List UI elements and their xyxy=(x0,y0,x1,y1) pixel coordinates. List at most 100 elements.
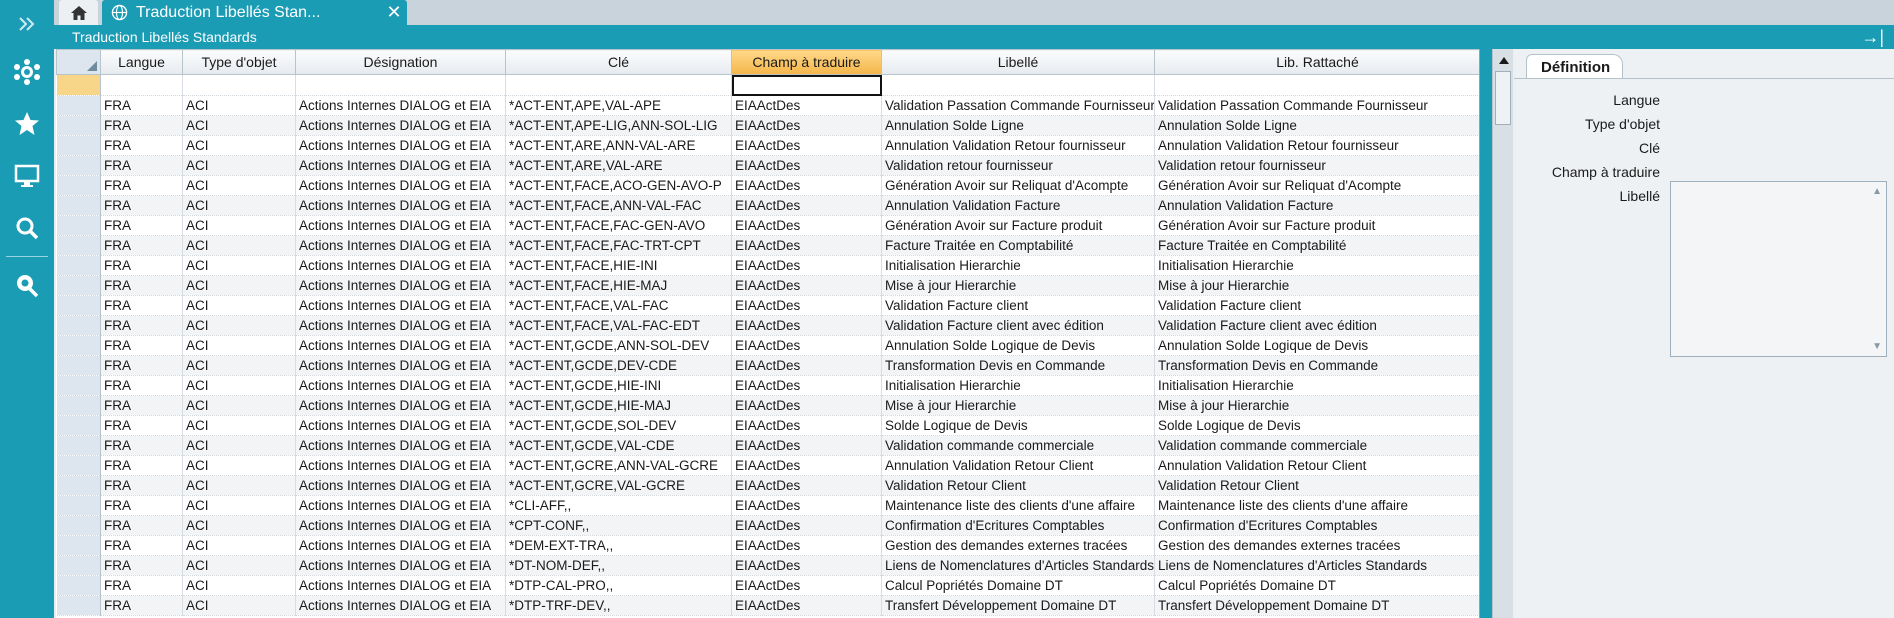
grid-cell[interactable]: EIAActDes xyxy=(731,355,882,376)
grid-cell[interactable]: FRA xyxy=(100,355,183,376)
grid-cell[interactable]: *ACT-ENT,FACE,ACO-GEN-AVO-P xyxy=(505,175,732,196)
row-header[interactable] xyxy=(56,175,101,196)
grid-cell[interactable]: EIAActDes xyxy=(731,335,882,356)
row-header[interactable] xyxy=(56,255,101,276)
grid-cell[interactable]: Actions Internes DIALOG et EIA xyxy=(295,115,506,136)
table-row[interactable]: FRA ACI Actions Internes DIALOG et EIA *ACT… xyxy=(56,395,1479,416)
grid-cell[interactable]: Actions Internes DIALOG et EIA xyxy=(295,435,506,456)
grid-cell[interactable]: FRA xyxy=(100,455,183,476)
grid-cell[interactable]: Annulation Validation Facture xyxy=(1154,195,1479,216)
grid-cell[interactable]: Actions Internes DIALOG et EIA xyxy=(295,195,506,216)
grid-cell[interactable]: FRA xyxy=(100,375,183,396)
column-header[interactable]: Type d'objet xyxy=(182,49,296,75)
row-header[interactable] xyxy=(56,315,101,336)
scroll-down-icon[interactable]: ▼ xyxy=(1872,341,1882,352)
column-header[interactable]: Lib. Rattaché xyxy=(1154,49,1479,75)
grid-cell[interactable]: FRA xyxy=(100,495,183,516)
grid-cell[interactable]: Annulation Validation Retour Client xyxy=(1154,455,1479,476)
grid-cell[interactable]: *ACT-ENT,FACE,FAC-GEN-AVO xyxy=(505,215,732,236)
grid-cell[interactable]: Actions Internes DIALOG et EIA xyxy=(295,315,506,336)
grid-cell[interactable]: Annulation Solde Ligne xyxy=(1154,115,1479,136)
grid-cell[interactable]: EIAActDes xyxy=(731,375,882,396)
grid-cell[interactable]: EIAActDes xyxy=(731,435,882,456)
grid-cell[interactable]: Actions Internes DIALOG et EIA xyxy=(295,335,506,356)
table-row[interactable]: FRA ACI Actions Internes DIALOG et EIA *ACT… xyxy=(56,235,1479,256)
table-row[interactable]: FRA ACI Actions Internes DIALOG et EIA *ACT… xyxy=(56,455,1479,476)
row-header[interactable] xyxy=(56,455,101,476)
grid-cell[interactable]: Génération Avoir sur Facture produit xyxy=(1154,215,1479,236)
row-header[interactable] xyxy=(56,375,101,396)
grid-cell[interactable]: EIAActDes xyxy=(731,175,882,196)
table-row[interactable]: FRA ACI Actions Internes DIALOG et EIA *CLI… xyxy=(56,495,1479,516)
grid-corner[interactable] xyxy=(56,49,101,75)
grid-cell[interactable]: Annulation Validation Retour Client xyxy=(881,455,1155,476)
grid-cell[interactable]: Actions Internes DIALOG et EIA xyxy=(295,495,506,516)
grid-cell[interactable]: ACI xyxy=(182,95,296,116)
grid-cell[interactable]: Validation Passation Commande Fournisseu… xyxy=(881,95,1155,116)
grid-cell[interactable]: Mise à jour Hierarchie xyxy=(1154,395,1479,416)
table-row[interactable]: FRA ACI Actions Internes DIALOG et EIA *ACT… xyxy=(56,155,1479,176)
grid-cell[interactable]: ACI xyxy=(182,375,296,396)
table-row[interactable]: FRA ACI Actions Internes DIALOG et EIA *ACT… xyxy=(56,475,1479,496)
new-cell[interactable] xyxy=(182,74,296,96)
grid-cell[interactable]: Actions Internes DIALOG et EIA xyxy=(295,515,506,536)
grid-cell[interactable]: ACI xyxy=(182,535,296,556)
row-header[interactable] xyxy=(56,555,101,576)
grid-cell[interactable]: ACI xyxy=(182,155,296,176)
row-header[interactable] xyxy=(56,475,101,496)
grid-cell[interactable]: ACI xyxy=(182,355,296,376)
grid-cell[interactable]: Actions Internes DIALOG et EIA xyxy=(295,135,506,156)
grid-cell[interactable]: *ACT-ENT,GCDE,VAL-CDE xyxy=(505,435,732,456)
table-row[interactable]: FRA ACI Actions Internes DIALOG et EIA *ACT… xyxy=(56,375,1479,396)
grid-cell[interactable]: EIAActDes xyxy=(731,595,882,616)
grid-cell[interactable]: FRA xyxy=(100,295,183,316)
grid-cell[interactable]: *DEM-EXT-TRA,, xyxy=(505,535,732,556)
close-icon[interactable]: ✕ xyxy=(381,2,407,23)
row-header[interactable] xyxy=(56,575,101,596)
star-icon[interactable] xyxy=(0,100,54,148)
grid-cell[interactable]: ACI xyxy=(182,135,296,156)
grid-cell[interactable]: FRA xyxy=(100,475,183,496)
table-row[interactable]: FRA ACI Actions Internes DIALOG et EIA *CPT… xyxy=(56,515,1479,536)
grid-cell[interactable]: FRA xyxy=(100,595,183,616)
grid-cell[interactable]: Actions Internes DIALOG et EIA xyxy=(295,575,506,596)
network-icon[interactable] xyxy=(0,48,54,96)
grid-cell[interactable]: *ACT-ENT,APE,VAL-APE xyxy=(505,95,732,116)
grid-cell[interactable]: EIAActDes xyxy=(731,275,882,296)
grid-cell[interactable]: Actions Internes DIALOG et EIA xyxy=(295,95,506,116)
grid-cell[interactable]: FRA xyxy=(100,515,183,536)
grid-cell[interactable]: *DTP-CAL-PRO,, xyxy=(505,575,732,596)
grid-cell[interactable]: Mise à jour Hierarchie xyxy=(881,275,1155,296)
grid-cell[interactable]: ACI xyxy=(182,235,296,256)
grid-cell[interactable]: FRA xyxy=(100,175,183,196)
grid-cell[interactable]: Actions Internes DIALOG et EIA xyxy=(295,155,506,176)
row-header[interactable] xyxy=(56,335,101,356)
grid-cell[interactable]: FRA xyxy=(100,315,183,336)
grid-cell[interactable]: Confirmation d'Ecritures Comptables xyxy=(1154,515,1479,536)
monitor-icon[interactable] xyxy=(0,152,54,200)
table-row[interactable]: FRA ACI Actions Internes DIALOG et EIA *DT-… xyxy=(56,555,1479,576)
new-row[interactable] xyxy=(56,74,1479,96)
grid-cell[interactable]: *ACT-ENT,GCRE,ANN-VAL-GCRE xyxy=(505,455,732,476)
grid-cell[interactable]: Validation Facture client xyxy=(881,295,1155,316)
grid-cell[interactable]: FRA xyxy=(100,195,183,216)
panel-splitter[interactable] xyxy=(1480,49,1492,618)
new-cell[interactable] xyxy=(1154,74,1479,96)
column-header[interactable]: Libellé xyxy=(881,49,1155,75)
grid-cell[interactable]: Facture Traitée en Comptabilité xyxy=(881,235,1155,256)
grid-cell[interactable]: EIAActDes xyxy=(731,135,882,156)
grid-cell[interactable]: Solde Logique de Devis xyxy=(881,415,1155,436)
grid-cell[interactable]: FRA xyxy=(100,235,183,256)
grid-cell[interactable]: EIAActDes xyxy=(731,415,882,436)
grid-cell[interactable]: Annulation Validation Retour fournisseur xyxy=(881,135,1155,156)
grid-cell[interactable]: ACI xyxy=(182,315,296,336)
column-header[interactable]: Langue xyxy=(100,49,183,75)
row-header[interactable] xyxy=(56,515,101,536)
grid-cell[interactable]: ACI xyxy=(182,555,296,576)
grid-cell[interactable]: FRA xyxy=(100,555,183,576)
table-row[interactable]: FRA ACI Actions Internes DIALOG et EIA *ACT… xyxy=(56,275,1479,296)
grid-cell[interactable]: Actions Internes DIALOG et EIA xyxy=(295,415,506,436)
table-row[interactable]: FRA ACI Actions Internes DIALOG et EIA *ACT… xyxy=(56,415,1479,436)
column-header[interactable]: Désignation xyxy=(295,49,506,75)
pin-icon[interactable]: →| xyxy=(1861,27,1884,48)
